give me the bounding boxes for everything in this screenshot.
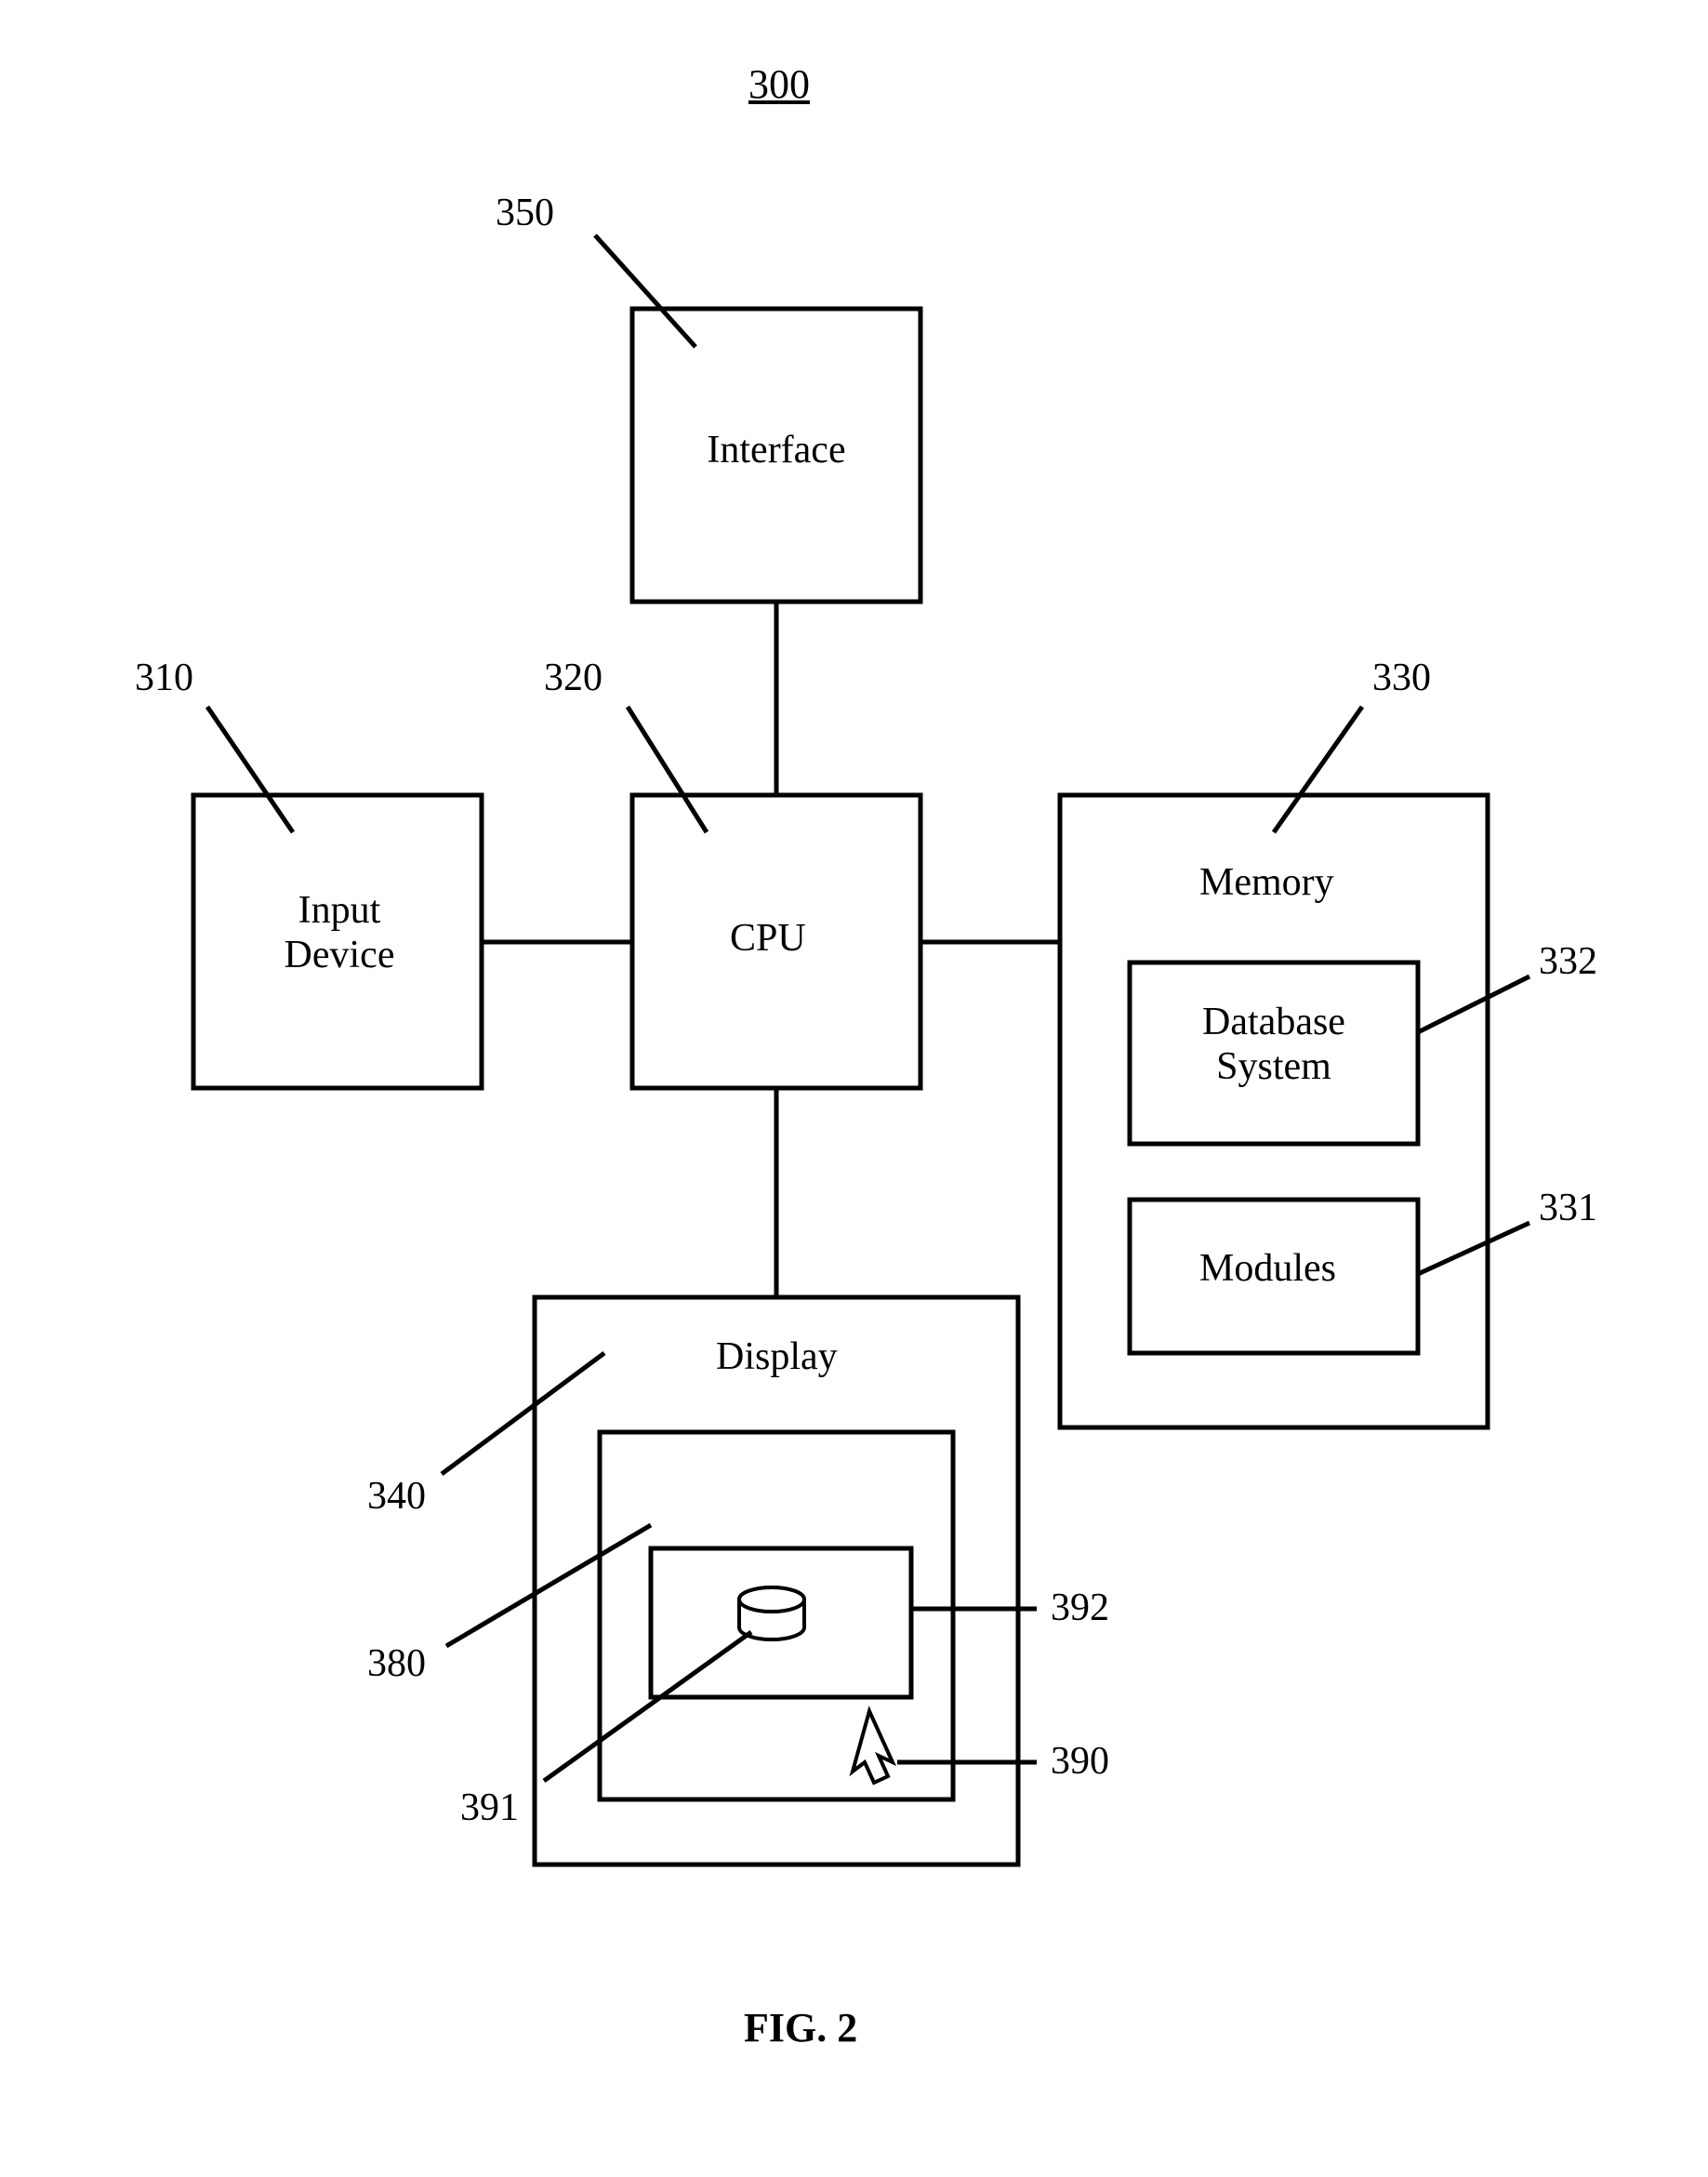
leader-350: [595, 235, 695, 347]
ref-390: 390: [1051, 1739, 1109, 1784]
modules-label: Modules: [1199, 1246, 1336, 1291]
display-box: [535, 1297, 1018, 1865]
figure-number: 300: [748, 60, 810, 108]
leader-330: [1274, 707, 1362, 832]
leader-331: [1418, 1223, 1529, 1274]
ref-350: 350: [496, 191, 554, 235]
ref-332: 332: [1539, 939, 1597, 984]
leader-340: [442, 1353, 604, 1474]
database-system-label: Database System: [1181, 1000, 1367, 1089]
ref-331: 331: [1539, 1186, 1597, 1230]
ref-320: 320: [544, 656, 602, 700]
input-device-label: Input Device: [246, 888, 432, 977]
leader-391: [544, 1632, 751, 1781]
memory-label: Memory: [1199, 860, 1334, 905]
cpu-label: CPU: [730, 916, 806, 961]
leader-310: [207, 707, 293, 832]
ref-380: 380: [367, 1641, 426, 1686]
ref-330: 330: [1372, 656, 1431, 700]
ref-340: 340: [367, 1474, 426, 1519]
leader-332: [1418, 976, 1529, 1032]
figure-caption: FIG. 2: [744, 2004, 857, 2051]
ref-310: 310: [135, 656, 193, 700]
cursor-arrow-icon: [853, 1711, 893, 1783]
leader-380: [446, 1525, 651, 1646]
interface-label: Interface: [702, 428, 851, 472]
ref-391: 391: [460, 1785, 519, 1830]
ref-392: 392: [1051, 1586, 1109, 1630]
display-label: Display: [716, 1334, 838, 1379]
leader-320: [628, 707, 707, 832]
block-diagram: [0, 0, 1708, 2177]
